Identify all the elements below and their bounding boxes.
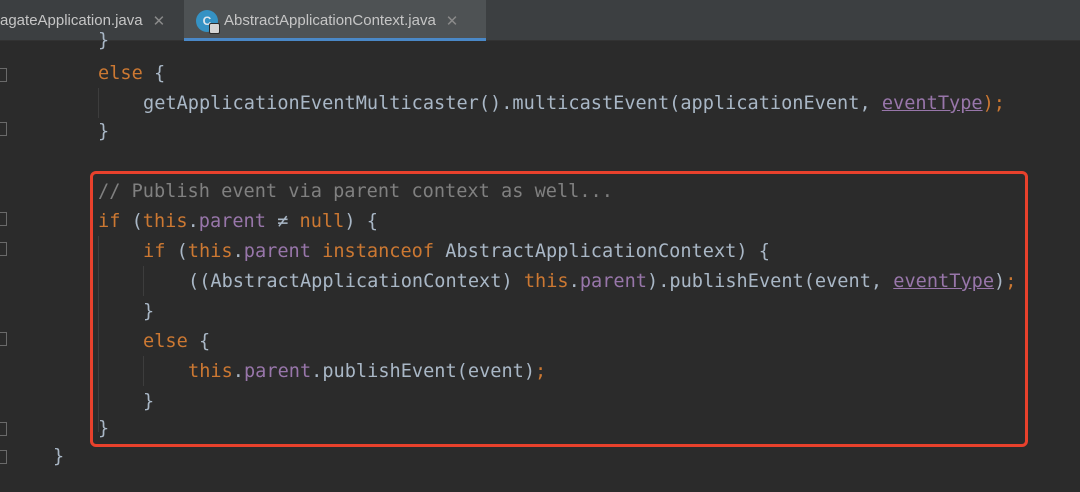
- fold-marker-icon[interactable]: [0, 450, 7, 464]
- tab-label: agateApplication.java: [0, 12, 143, 29]
- editor-tab-bar: agateApplication.java ✕ C AbstractApplic…: [0, 0, 1080, 41]
- tab-agate-application[interactable]: agateApplication.java ✕: [0, 0, 183, 41]
- active-tab-indicator: [184, 38, 486, 41]
- code-line: }: [98, 121, 110, 142]
- fold-marker-icon[interactable]: [0, 332, 7, 346]
- code-line: getApplicationEventMulticaster().multica…: [143, 93, 1005, 114]
- code-line: }: [98, 30, 110, 51]
- fold-marker-icon[interactable]: [0, 122, 7, 136]
- editor-gutter: [0, 42, 48, 492]
- fold-marker-icon[interactable]: [0, 212, 7, 226]
- class-c-icon: C: [196, 9, 220, 34]
- fold-marker-icon[interactable]: [0, 68, 7, 82]
- tab-abstract-application-context[interactable]: C AbstractApplicationContext.java ✕: [184, 0, 486, 41]
- tab-label: AbstractApplicationContext.java: [224, 12, 436, 29]
- fold-marker-icon[interactable]: [0, 242, 7, 256]
- code-line: else {: [98, 63, 166, 84]
- close-icon[interactable]: ✕: [153, 12, 166, 30]
- close-icon[interactable]: ✕: [446, 12, 459, 30]
- indent-guide: [98, 88, 99, 118]
- fold-marker-icon[interactable]: [0, 422, 7, 436]
- highlight-box: [90, 171, 1028, 447]
- code-line: }: [53, 446, 65, 467]
